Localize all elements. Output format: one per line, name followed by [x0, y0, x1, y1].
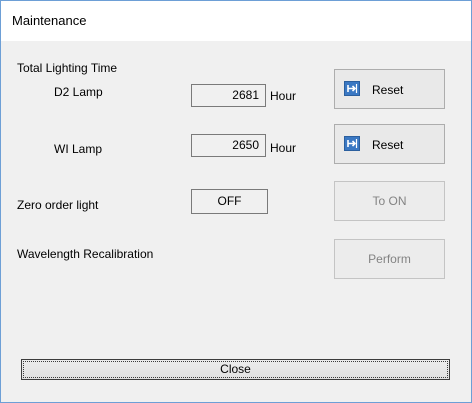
maintenance-dialog: Maintenance Total Lighting Time D2 Lamp … — [0, 0, 472, 403]
d2-reset-button[interactable]: Reset — [334, 69, 445, 109]
wi-lamp-label: WI Lamp — [54, 142, 103, 156]
d2-reset-label: Reset — [372, 83, 404, 97]
close-button[interactable]: Close — [21, 359, 450, 380]
d2-lamp-unit: Hour — [270, 89, 297, 103]
wavelength-recalibration-label: Wavelength Recalibration — [17, 247, 154, 261]
wi-lamp-hours-field: 2650 — [191, 134, 266, 157]
wi-lamp-unit: Hour — [270, 141, 297, 155]
perform-button[interactable]: Perform — [334, 239, 445, 279]
wi-reset-label: Reset — [372, 138, 404, 152]
zero-order-light-label: Zero order light — [17, 198, 99, 212]
wi-reset-button[interactable]: Reset — [334, 124, 445, 164]
reset-arrow-icon — [344, 136, 360, 151]
total-lighting-time-label: Total Lighting Time — [17, 61, 118, 75]
title-bar: Maintenance — [1, 1, 471, 41]
zero-order-to-on-button[interactable]: To ON — [334, 181, 445, 221]
window-title: Maintenance — [12, 13, 87, 28]
zero-order-status-field: OFF — [191, 189, 268, 214]
d2-lamp-hours-field: 2681 — [191, 84, 266, 107]
d2-lamp-label: D2 Lamp — [54, 85, 103, 99]
reset-arrow-icon — [344, 81, 360, 96]
